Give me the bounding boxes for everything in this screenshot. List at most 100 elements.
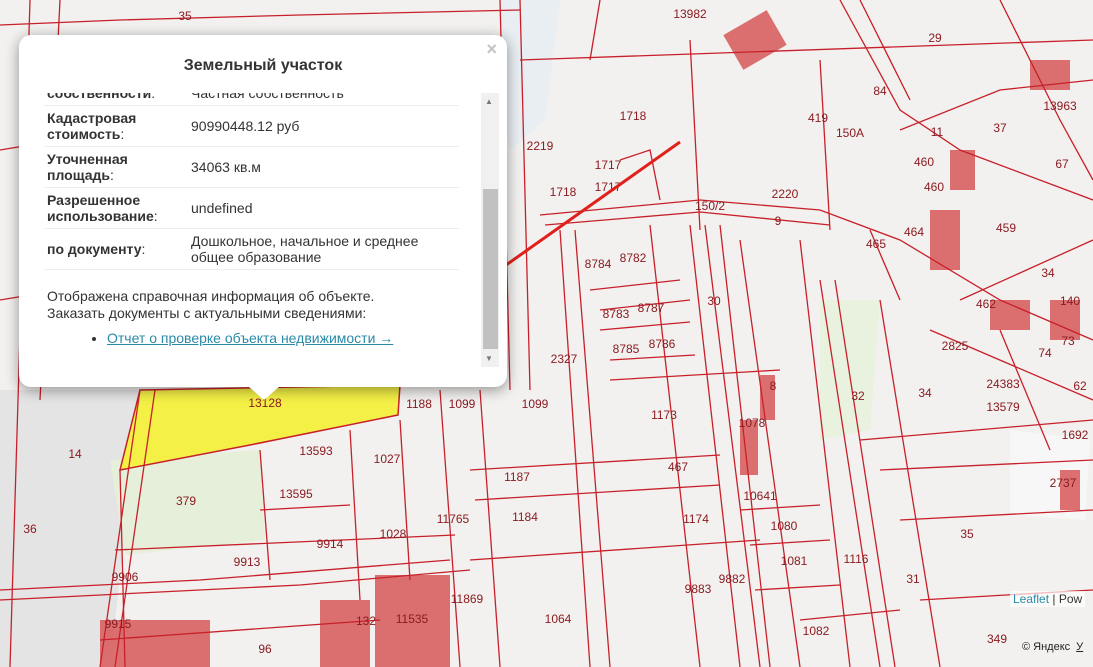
parcel-number-label[interactable]: 24383 — [986, 377, 1020, 391]
popup-title: Земельный участок — [183, 57, 343, 74]
parcel-number-label[interactable]: 1064 — [545, 612, 572, 626]
parcel-number-label[interactable]: 8787 — [638, 301, 665, 315]
parcel-number-label[interactable]: 11535 — [396, 612, 429, 626]
parcel-number-label[interactable]: 460 — [924, 180, 944, 194]
parcel-number-label[interactable]: 1184 — [512, 510, 538, 524]
scroll-down-icon[interactable]: ▼ — [485, 354, 493, 363]
parcel-number-label[interactable]: 2220 — [772, 187, 799, 201]
parcel-number-label[interactable]: 460 — [914, 155, 934, 169]
parcel-number-label[interactable]: 9 — [775, 214, 782, 228]
parcel-number-label[interactable]: 2327 — [551, 352, 578, 366]
property-report-link[interactable]: Отчет о проверке объекта недвижимости → — [107, 330, 393, 346]
parcel-number-label[interactable]: 1080 — [771, 519, 798, 533]
parcel-number-label[interactable]: 1099 — [522, 397, 549, 411]
parcel-number-label[interactable]: 11 — [931, 125, 944, 139]
property-value: Дошкольное, начальное и среднее общее об… — [188, 228, 459, 270]
parcel-number-label[interactable]: 11869 — [451, 592, 484, 606]
parcel-number-label[interactable]: 31 — [906, 572, 920, 586]
parcel-number-label[interactable]: 9883 — [685, 582, 712, 596]
parcel-number-label[interactable]: 32 — [851, 389, 865, 403]
parcel-number-label[interactable]: 2825 — [942, 339, 969, 353]
parcel-number-label[interactable]: 35 — [178, 9, 192, 23]
scrollbar-thumb[interactable] — [483, 189, 498, 349]
parcel-number-label[interactable]: 2219 — [527, 139, 554, 153]
parcel-number-label[interactable]: 150A — [836, 126, 864, 140]
parcel-number-label[interactable]: 462 — [976, 297, 996, 311]
leaflet-link[interactable]: Leaflet — [1013, 592, 1049, 606]
parcel-number-label[interactable]: 1027 — [374, 452, 401, 466]
parcel-number-label[interactable]: 34 — [918, 386, 932, 400]
popup-tip — [248, 386, 280, 400]
yandex-attribution: © Яндекс У — [1022, 641, 1083, 653]
parcel-number-label[interactable]: 132 — [356, 614, 376, 628]
parcel-number-label[interactable]: 467 — [668, 460, 688, 474]
parcel-number-label[interactable]: 8 — [770, 379, 777, 393]
parcel-number-label[interactable]: 349 — [987, 632, 1007, 646]
parcel-number-label[interactable]: 1188 — [406, 397, 432, 411]
parcel-number-label[interactable]: 10641 — [743, 489, 777, 503]
parcel-number-label[interactable]: 2737 — [1050, 476, 1077, 490]
parcel-number-label[interactable]: 1174 — [683, 512, 709, 526]
parcel-number-label[interactable]: 8783 — [603, 307, 630, 321]
parcel-number-label[interactable]: 13982 — [673, 7, 707, 21]
parcel-number-label[interactable]: 73 — [1061, 334, 1075, 348]
parcel-number-label[interactable]: 465 — [866, 237, 886, 251]
parcel-number-label[interactable]: 8784 — [585, 257, 612, 271]
parcel-number-label[interactable]: 74 — [1038, 346, 1052, 360]
parcel-number-label[interactable]: 37 — [993, 121, 1007, 135]
parcel-number-label[interactable]: 9914 — [317, 537, 344, 551]
yandex-terms-link[interactable]: У — [1076, 641, 1083, 653]
parcel-number-label[interactable]: 1187 — [504, 470, 530, 484]
parcel-number-label[interactable]: 67 — [1055, 157, 1069, 171]
property-row: Кадастровая стоимость: 90990448.12 руб — [44, 105, 459, 147]
parcel-number-label[interactable]: 9913 — [234, 555, 261, 569]
parcel-number-label[interactable]: 13963 — [1043, 99, 1077, 113]
parcel-number-label[interactable]: 8782 — [620, 251, 647, 265]
parcel-number-label[interactable]: 8786 — [649, 337, 676, 351]
parcel-number-label[interactable]: 29 — [928, 31, 942, 45]
parcel-number-label[interactable]: 1116 — [844, 552, 869, 566]
parcel-number-label[interactable]: 30 — [707, 294, 721, 308]
parcel-number-label[interactable]: 140 — [1060, 294, 1080, 308]
parcel-number-label[interactable]: 8785 — [613, 342, 640, 356]
parcel-number-label[interactable]: 13595 — [279, 487, 313, 501]
scroll-up-icon[interactable]: ▲ — [485, 97, 493, 106]
parcel-number-label[interactable]: 9915 — [105, 617, 132, 631]
parcel-number-label[interactable]: 1173 — [651, 408, 677, 422]
parcel-number-label[interactable]: 13593 — [299, 444, 333, 458]
parcel-number-label[interactable]: 150/2 — [695, 199, 725, 213]
parcel-number-label[interactable]: 96 — [258, 642, 272, 656]
parcel-number-label[interactable]: 9906 — [112, 570, 139, 584]
parcel-number-label[interactable]: 1028 — [380, 527, 407, 541]
parcel-number-label[interactable]: 14 — [68, 447, 82, 461]
parcel-number-label[interactable]: 35 — [960, 527, 974, 541]
parcel-number-label[interactable]: 62 — [1073, 379, 1087, 393]
property-key: Разрешенное использование: — [44, 187, 188, 229]
parcel-number-label[interactable]: 11765 — [437, 512, 470, 526]
parcel-number-label[interactable]: 1717 — [595, 158, 622, 172]
property-key: Уточненная площадь: — [44, 146, 188, 188]
parcel-number-label[interactable]: 459 — [996, 221, 1016, 235]
parcel-number-label[interactable]: 464 — [904, 225, 924, 239]
parcel-number-label[interactable]: 419 — [808, 111, 828, 125]
parcel-number-label[interactable]: 1718 — [620, 109, 647, 123]
parcel-properties-table: собственности: Частная собственность Кадас… — [44, 93, 459, 270]
parcel-number-label[interactable]: 36 — [23, 522, 37, 536]
parcel-number-label[interactable]: 379 — [176, 494, 196, 508]
property-value: 34063 кв.м — [188, 146, 459, 188]
parcel-number-label[interactable]: 84 — [873, 84, 887, 98]
parcel-number-label[interactable]: 1692 — [1062, 428, 1089, 442]
popup-scrollbar[interactable]: ▲ ▼ — [481, 93, 499, 367]
parcel-info-popup: × Земельный участок собственности: Частна… — [19, 35, 507, 387]
popup-content[interactable]: собственности: Частная собственность Кадас… — [44, 93, 482, 383]
parcel-number-label[interactable]: 9882 — [719, 572, 746, 586]
parcel-number-label[interactable]: 1081 — [781, 554, 808, 568]
parcel-number-label[interactable]: 13579 — [986, 400, 1020, 414]
parcel-number-label[interactable]: 34 — [1041, 266, 1055, 280]
parcel-number-label[interactable]: 1099 — [449, 397, 476, 411]
parcel-number-label[interactable]: 1082 — [803, 624, 830, 638]
parcel-number-label[interactable]: 1718 — [550, 185, 577, 199]
attribution-powered: Pow — [1058, 592, 1083, 606]
parcel-number-label[interactable]: 1078 — [739, 416, 766, 430]
property-row: Уточненная площадь: 34063 кв.м — [44, 146, 459, 188]
